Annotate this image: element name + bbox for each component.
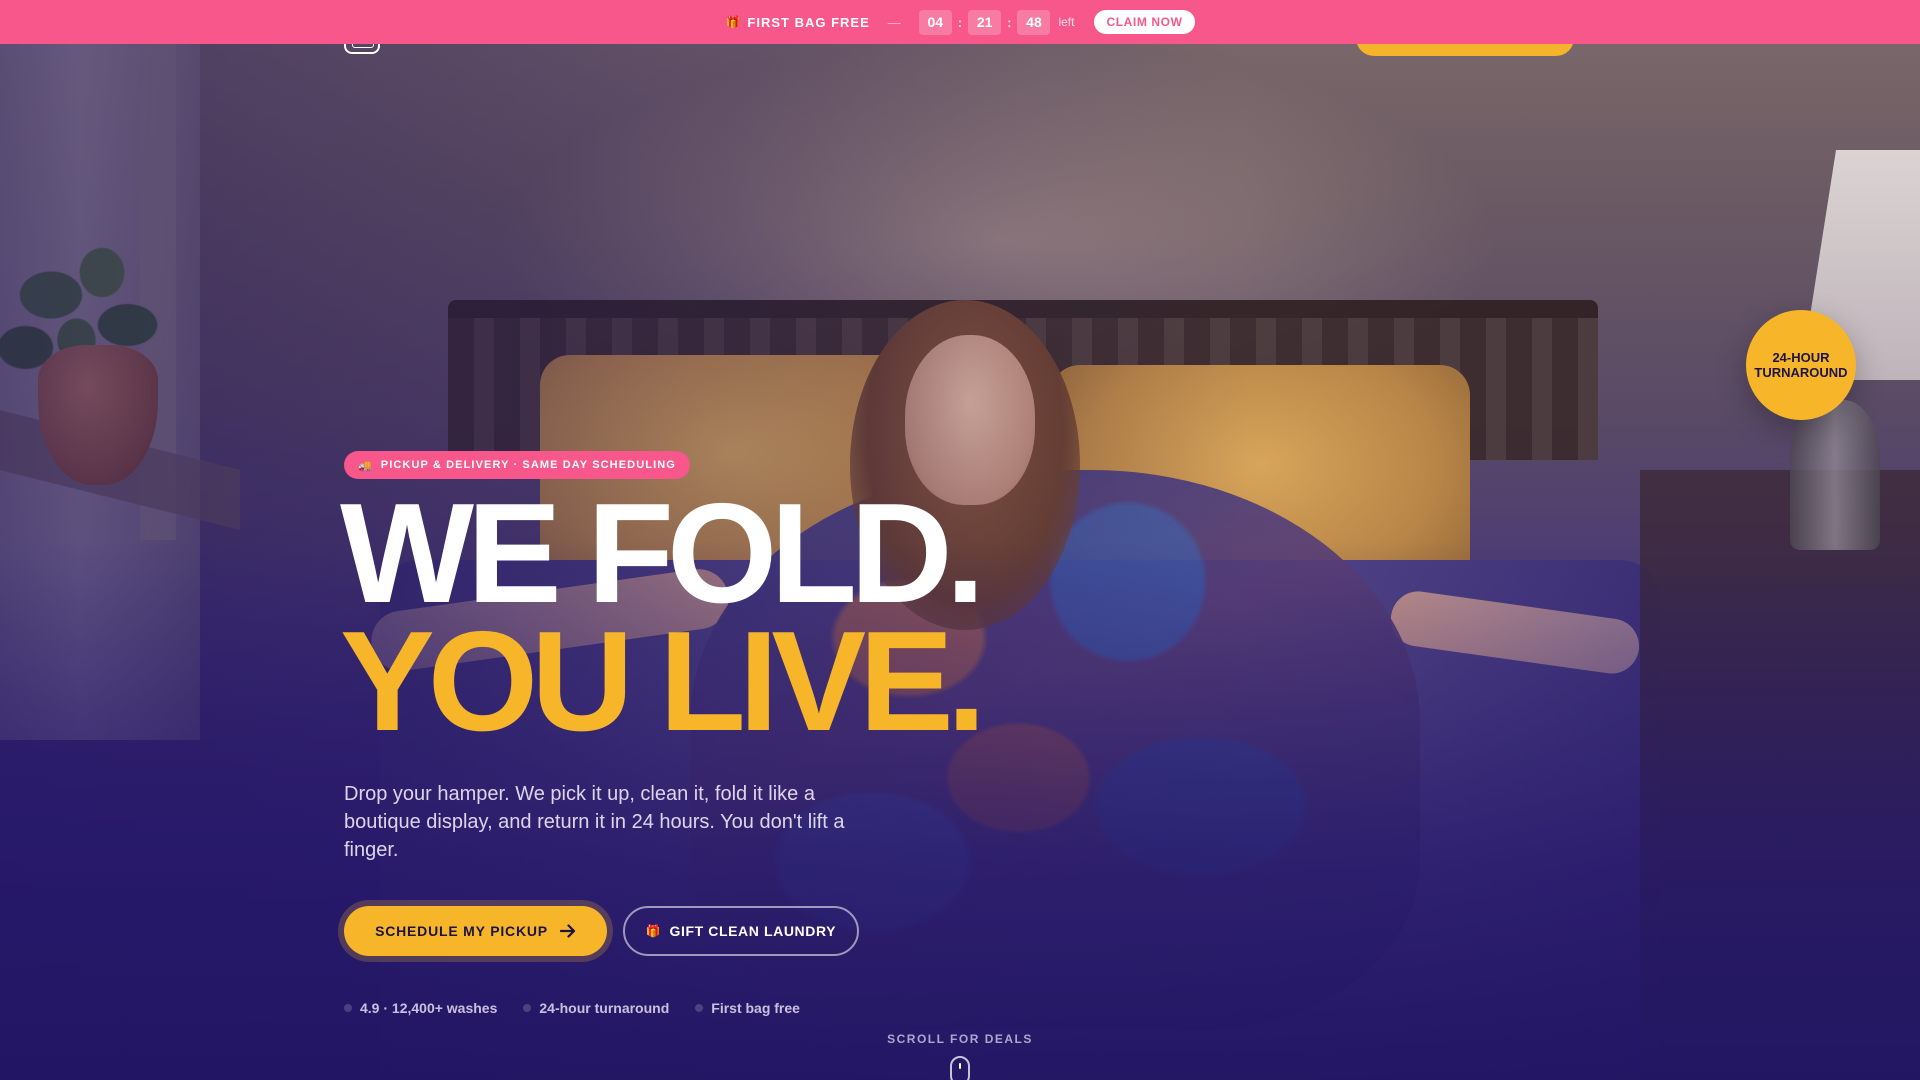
proof-item-turnaround: 24-hour turnaround: [523, 1000, 669, 1016]
proof-rating-label: 4.9 · 12,400+ washes: [360, 1000, 498, 1016]
proof-item-free-bag: First bag free: [695, 1000, 800, 1016]
badge-line-1: 24-HOUR: [1772, 350, 1830, 365]
timer-hours: 04: [918, 9, 952, 35]
truck-icon: 🚚: [358, 459, 373, 472]
clock-icon: [523, 1004, 532, 1012]
proof-free-bag-label: First bag free: [711, 1000, 800, 1016]
bag-icon: [695, 1004, 704, 1012]
timer-minutes: 21: [968, 9, 1002, 35]
gift-icon: 🎁: [645, 924, 662, 938]
proof-item-rating: 4.9 · 12,400+ washes: [344, 1000, 497, 1016]
countdown-timer: 04 : 21 : 48: [918, 9, 1051, 35]
hero-headline: WE FOLD. YOU LIVE.: [340, 474, 986, 761]
social-proof-row: 4.9 · 12,400+ washes 24-hour turnaround …: [344, 1000, 800, 1016]
hero-subcopy: Drop your hamper. We pick it up, clean i…: [344, 783, 845, 861]
star-icon: [344, 1004, 352, 1012]
scroll-hint[interactable]: SCROLL FOR DEALS: [860, 1032, 1060, 1046]
promo-bar: 🎁 FIRST BAG FREE — 04 : 21 : 48 left CLA…: [0, 0, 1920, 44]
schedule-pickup-label: SCHEDULE MY PICKUP: [375, 923, 548, 939]
timer-seconds: 48: [1017, 9, 1051, 35]
timer-left-label: left: [1058, 15, 1075, 29]
promo-tag: 🎁 FIRST BAG FREE: [725, 15, 869, 30]
eyebrow-label: PICKUP & DELIVERY · SAME DAY SCHEDULING: [380, 459, 676, 471]
badge-line-2: TURNAROUND: [1754, 365, 1848, 380]
gift-laundry-button[interactable]: 🎁 GIFT CLEAN LAUNDRY: [623, 906, 859, 956]
timer-separator: :: [957, 14, 963, 30]
gift-icon: 🎁: [725, 15, 742, 29]
headline-line-2: YOU LIVE.: [340, 602, 986, 761]
promo-dash: —: [887, 14, 901, 30]
timer-separator: :: [1007, 14, 1012, 30]
mouse-scroll-icon[interactable]: [950, 1056, 970, 1080]
turnaround-badge: 24-HOUR TURNAROUND: [1746, 310, 1856, 420]
claim-now-button[interactable]: CLAIM NOW: [1094, 10, 1195, 34]
arrow-right-icon: [559, 924, 576, 938]
promo-tag-label: FIRST BAG FREE: [747, 14, 870, 30]
proof-turnaround-label: 24-hour turnaround: [539, 1000, 670, 1016]
gift-laundry-label: GIFT CLEAN LAUNDRY: [669, 923, 837, 939]
schedule-pickup-button[interactable]: SCHEDULE MY PICKUP: [344, 906, 607, 956]
headline-line-1: WE FOLD.: [340, 474, 985, 633]
